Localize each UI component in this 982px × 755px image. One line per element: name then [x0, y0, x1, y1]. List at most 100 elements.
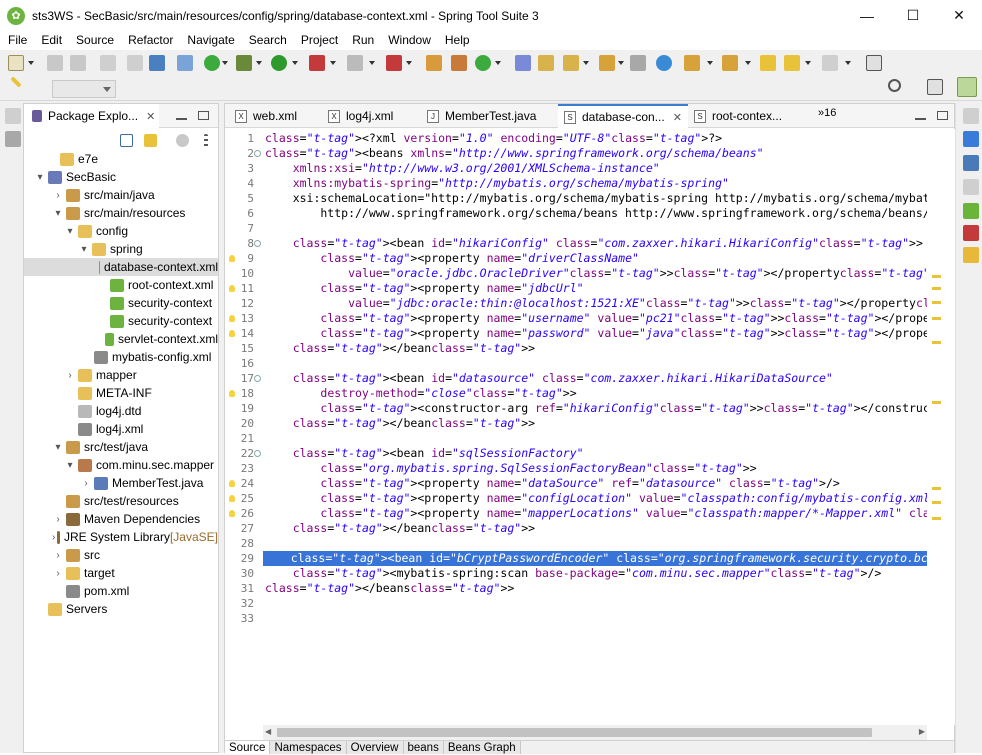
outline-icon[interactable] — [963, 131, 979, 147]
menu-window[interactable]: Window — [380, 31, 437, 50]
warning-icon[interactable] — [229, 255, 235, 262]
tab-membertest-java[interactable]: J MemberTest.java — [421, 104, 551, 128]
open-task-icon[interactable] — [538, 55, 554, 71]
web-browser-icon[interactable] — [656, 55, 672, 71]
code-line[interactable]: class="t-tag"><?xml version="1.0" encodi… — [265, 131, 722, 146]
warning-marker[interactable] — [932, 301, 941, 304]
code-line[interactable]: value="jdbc:oracle:thin:@localhost:1521:… — [265, 296, 927, 311]
open-dropdown-icon[interactable] — [618, 61, 624, 65]
code-line[interactable]: xsi:schemaLocation="http://mybatis.org/s… — [265, 191, 927, 206]
code-line[interactable]: class="t-tag"><property name="dataSource… — [265, 476, 839, 491]
close-button[interactable]: ✕ — [936, 0, 982, 31]
external-tools-icon[interactable] — [309, 55, 325, 71]
chevron-down-icon[interactable]: ▾ — [52, 208, 64, 219]
tab-beans[interactable]: beans — [403, 741, 444, 754]
warning-icon[interactable] — [229, 285, 235, 292]
tab-namespaces[interactable]: Namespaces — [270, 741, 347, 754]
tree-item[interactable]: ▾ src/main/resources — [24, 204, 218, 222]
focus-icon[interactable] — [176, 134, 189, 147]
tree-item[interactable]: › MemberTest.java — [24, 474, 218, 492]
tree-item[interactable]: pom.xml — [24, 582, 218, 600]
new-java-project-icon[interactable] — [426, 55, 442, 71]
menu-file[interactable]: File — [0, 31, 33, 50]
code-line[interactable]: class="t-tag"><bean id="bCryptPasswordEn… — [263, 551, 927, 566]
scroll-thumb[interactable] — [277, 728, 872, 737]
external-tools-dropdown-icon[interactable] — [330, 61, 336, 65]
code-line[interactable]: destroy-method="close"class="t-tag">> — [265, 386, 576, 401]
close-icon[interactable]: ✕ — [673, 111, 682, 124]
tree-item[interactable]: log4j.xml — [24, 420, 218, 438]
fold-toggle-icon[interactable] — [254, 375, 261, 382]
open-folder-icon[interactable] — [599, 55, 615, 71]
warning-marker[interactable] — [932, 317, 941, 320]
next-annotation-dropdown-icon[interactable] — [707, 61, 713, 65]
chevron-down-icon[interactable]: ▾ — [64, 460, 76, 471]
chevron-right-icon[interactable]: › — [52, 532, 55, 543]
task-icon[interactable] — [963, 155, 979, 171]
chevron-down-icon[interactable]: ▾ — [78, 244, 90, 255]
forward-icon[interactable] — [822, 55, 838, 71]
chevron-down-icon[interactable]: ▾ — [52, 442, 64, 453]
deploy-icon[interactable] — [386, 55, 402, 71]
java-ee-perspective-icon[interactable] — [927, 79, 943, 95]
warning-icon[interactable] — [229, 510, 235, 517]
open-perspective-icon[interactable] — [866, 55, 882, 71]
warning-marker[interactable] — [932, 287, 941, 290]
horizontal-scrollbar[interactable]: ◀ ▶ — [263, 725, 927, 740]
tab-database-context[interactable]: S database-con... ✕ — [558, 104, 688, 128]
code-line[interactable]: class="t-tag"><property name="username" … — [265, 311, 927, 326]
code-line[interactable]: class="t-tag"></beanclass="t-tag">> — [265, 521, 535, 536]
tab-root-context[interactable]: S root-contex... — [690, 104, 810, 128]
code-line[interactable]: class="t-tag"><property name="configLoca… — [265, 491, 927, 506]
code-line[interactable]: class="t-tag"></beanclass="t-tag">> — [265, 341, 535, 356]
tree-item[interactable]: security-context — [24, 294, 218, 312]
fold-toggle-icon[interactable] — [254, 240, 261, 247]
code-area[interactable]: class="t-tag"><?xml version="1.0" encodi… — [263, 129, 927, 725]
warning-icon[interactable] — [229, 330, 235, 337]
chevron-right-icon[interactable]: › — [52, 514, 64, 525]
tree-item[interactable]: ▾ config — [24, 222, 218, 240]
chevron-down-icon[interactable]: ▾ — [34, 172, 46, 183]
next-annotation-icon[interactable] — [684, 55, 700, 71]
tree-item[interactable]: › mapper — [24, 366, 218, 384]
code-line[interactable]: class="t-tag"></beanclass="t-tag">> — [265, 416, 535, 431]
tree-item[interactable]: › src/main/java — [24, 186, 218, 204]
fold-toggle-icon[interactable] — [254, 450, 261, 457]
code-line[interactable]: http://www.springframework.org/schema/be… — [265, 206, 927, 221]
back-icon[interactable] — [784, 55, 800, 71]
progress-icon[interactable] — [963, 247, 979, 263]
tree-item[interactable]: › JRE System Library [JavaSE] — [24, 528, 218, 546]
chevron-right-icon[interactable]: › — [52, 568, 64, 579]
code-line[interactable]: xmlns:mybatis-spring="http://mybatis.org… — [265, 176, 729, 191]
tree-item[interactable]: META-INF — [24, 384, 218, 402]
code-line[interactable]: class="t-tag"><beans xmlns="http://www.s… — [265, 146, 764, 161]
menu-refactor[interactable]: Refactor — [120, 31, 179, 50]
quick-access-combo[interactable] — [52, 80, 116, 98]
tree-item[interactable]: security-context — [24, 312, 218, 330]
save-icon[interactable] — [47, 55, 63, 71]
warning-icon[interactable] — [229, 315, 235, 322]
link-with-editor-icon[interactable] — [144, 134, 157, 147]
warning-marker[interactable] — [932, 275, 941, 278]
overview-ruler[interactable] — [928, 129, 955, 725]
collapse-all-icon[interactable] — [120, 134, 133, 147]
console-icon[interactable] — [963, 179, 979, 195]
code-line[interactable]: class="t-tag"><mybatis-spring:scan base-… — [265, 566, 882, 581]
tree-item[interactable]: › Maven Dependencies — [24, 510, 218, 528]
warning-marker[interactable] — [932, 487, 941, 490]
menu-run[interactable]: Run — [344, 31, 380, 50]
tree-item[interactable]: log4j.dtd — [24, 402, 218, 420]
tree-item[interactable]: › target — [24, 564, 218, 582]
new-icon[interactable] — [8, 55, 24, 71]
tree-item[interactable]: root-context.xml — [24, 276, 218, 294]
tree-item[interactable]: src/test/resources — [24, 492, 218, 510]
view-menu-icon[interactable] — [204, 134, 208, 147]
forward-dropdown-icon[interactable] — [845, 61, 851, 65]
menu-source[interactable]: Source — [68, 31, 120, 50]
code-line[interactable]: xmlns:xsi="http://www.w3.org/2001/XMLSch… — [265, 161, 660, 176]
menu-navigate[interactable]: Navigate — [179, 31, 240, 50]
tree-item[interactable]: Servers — [24, 600, 218, 618]
minimize-editor-icon[interactable] — [915, 111, 926, 120]
terminal-icon[interactable] — [149, 55, 165, 71]
run-dropdown-icon[interactable] — [292, 61, 298, 65]
